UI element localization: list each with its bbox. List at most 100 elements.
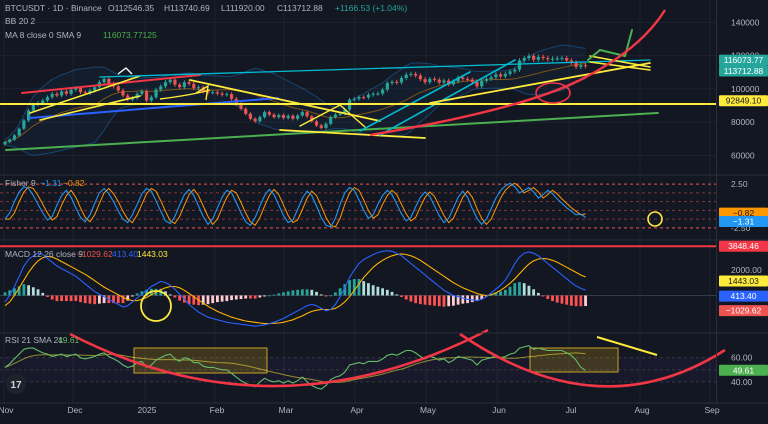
candle-body[interactable] [385, 83, 389, 90]
time-tick-Feb[interactable]: Feb [210, 405, 225, 415]
candle-body[interactable] [22, 120, 26, 129]
candle-body[interactable] [272, 114, 276, 118]
time-tick-Aug[interactable]: Aug [634, 405, 649, 415]
time-tick-Jul[interactable]: Jul [566, 405, 577, 415]
candle-body[interactable] [565, 58, 569, 61]
candle-body[interactable] [31, 104, 35, 111]
time-tick-2025[interactable]: 2025 [138, 405, 157, 415]
macd-marker-red[interactable]: 3848.46 [728, 241, 759, 251]
candle-body[interactable] [404, 74, 408, 79]
candle-body[interactable] [418, 75, 422, 80]
candle-body[interactable] [583, 65, 588, 67]
candle-body[interactable] [55, 93, 59, 96]
candle-body[interactable] [93, 87, 97, 91]
candle-body[interactable] [480, 80, 484, 87]
candle-body[interactable] [187, 82, 191, 84]
candle-body[interactable] [140, 91, 144, 94]
candle-body[interactable] [145, 91, 149, 101]
candle-body[interactable] [173, 79, 177, 85]
candle-body[interactable] [465, 78, 470, 80]
candle-body[interactable] [461, 77, 465, 79]
candle-body[interactable] [390, 81, 394, 84]
candle-body[interactable] [414, 73, 418, 76]
candle-body[interactable] [258, 117, 262, 122]
candle-body[interactable] [470, 79, 474, 82]
candle-body[interactable] [399, 78, 404, 83]
candle-body[interactable] [41, 100, 45, 103]
candle-body[interactable] [64, 91, 68, 94]
time-tick-Sep[interactable]: Sep [704, 405, 719, 415]
fisher-line[interactable] [4, 182, 586, 228]
flag-green-left[interactable] [587, 49, 601, 61]
fisher-signal-line[interactable] [5, 182, 586, 228]
candle-body[interactable] [338, 113, 342, 115]
candle-body[interactable] [220, 93, 224, 95]
candle-body[interactable] [163, 82, 168, 87]
candle-body[interactable] [366, 94, 371, 98]
candle-body[interactable] [536, 56, 540, 60]
macd-marker-macd[interactable]: 413.40 [731, 291, 757, 301]
macd-line[interactable] [4, 250, 586, 327]
candle-body[interactable] [329, 117, 333, 124]
candle-body[interactable] [244, 108, 248, 114]
candle-body[interactable] [550, 58, 555, 60]
candle-body[interactable] [8, 139, 12, 143]
fisher-marker-value[interactable]: −1.31 [733, 216, 755, 226]
candle-body[interactable] [305, 112, 309, 117]
candle-body[interactable] [532, 55, 536, 60]
candle-body[interactable] [69, 89, 73, 94]
candle-body[interactable] [503, 73, 507, 77]
candle-body[interactable] [3, 142, 7, 145]
candle-body[interactable] [319, 125, 323, 128]
candle-body[interactable] [314, 121, 319, 126]
candle-body[interactable] [432, 78, 437, 80]
candle-body[interactable] [362, 97, 366, 99]
candle-body[interactable] [555, 58, 559, 60]
time-tick-Dec[interactable]: Dec [67, 405, 83, 415]
candle-body[interactable] [522, 58, 526, 61]
candle-body[interactable] [215, 92, 219, 94]
candle-body[interactable] [376, 93, 380, 95]
candle-body[interactable] [159, 86, 163, 90]
candle-body[interactable] [560, 58, 564, 60]
price-marker-ma[interactable]: 116073.77 [724, 55, 764, 65]
trading-chart[interactable]: 14000012000010000080000600002.50-2.50200… [0, 0, 768, 419]
macd-marker-hist[interactable]: −1029.62 [726, 306, 762, 316]
candle-body[interactable] [499, 74, 503, 77]
macd-marker-signal[interactable]: 1443.03 [728, 276, 759, 286]
candle-body[interactable] [116, 86, 120, 91]
rsi-pane[interactable] [0, 328, 726, 390]
chart-canvas[interactable]: 14000012000010000080000600002.50-2.50200… [0, 0, 768, 419]
candle-body[interactable] [12, 135, 17, 140]
candle-body[interactable] [494, 74, 498, 78]
candle-body[interactable] [296, 115, 300, 119]
time-tick-Apr[interactable]: Apr [350, 405, 363, 415]
candle-body[interactable] [168, 79, 172, 83]
candle-body[interactable] [357, 97, 361, 99]
candle-body[interactable] [395, 81, 399, 83]
rsi-box-right[interactable] [529, 347, 619, 373]
macd-signal-line[interactable] [4, 253, 586, 325]
candle-body[interactable] [281, 115, 286, 118]
candle-body[interactable] [267, 112, 271, 115]
candle-body[interactable] [149, 97, 153, 101]
candle-body[interactable] [225, 94, 229, 96]
candle-body[interactable] [574, 62, 578, 67]
fisher-pane[interactable] [0, 182, 716, 229]
tradingview-logo-icon[interactable]: 17 [6, 374, 26, 394]
candle-body[interactable] [409, 73, 413, 75]
candle-body[interactable] [527, 55, 531, 59]
arrow-white[interactable] [117, 67, 133, 75]
candle-body[interactable] [371, 93, 375, 95]
candle-body[interactable] [442, 80, 446, 83]
candle-body[interactable] [248, 113, 253, 119]
candle-body[interactable] [196, 87, 201, 89]
candle-body[interactable] [286, 115, 290, 118]
candle-body[interactable] [546, 58, 550, 60]
candle-body[interactable] [324, 123, 328, 128]
time-tick-May[interactable]: May [420, 405, 437, 415]
candle-body[interactable] [423, 79, 427, 83]
candle-body[interactable] [428, 78, 432, 83]
candle-body[interactable] [484, 78, 489, 81]
price-marker-last[interactable]: 113712.88 [724, 66, 764, 76]
